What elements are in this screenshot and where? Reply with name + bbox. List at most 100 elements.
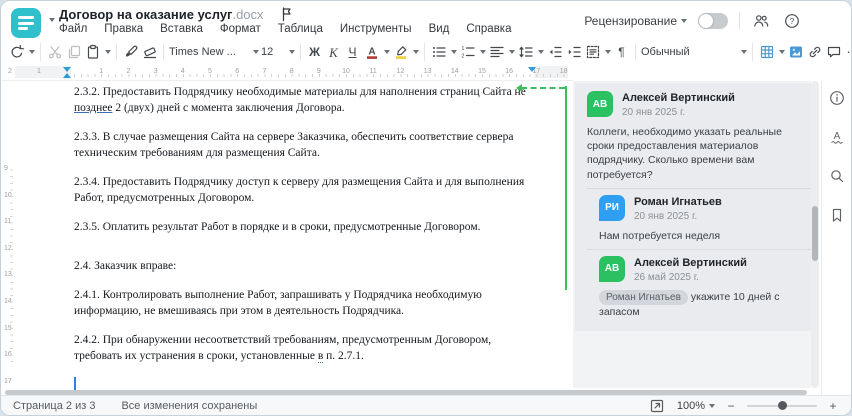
paragraph: 2.4.2. При обнаружении несоответствий тр…: [74, 334, 492, 363]
indent-button[interactable]: [564, 41, 583, 63]
comment[interactable]: РИ Роман Игнатьев 20 янв 2025 г. Нам потреб…: [587, 187, 811, 249]
mention-chip: Роман Игнатьев: [599, 289, 688, 305]
undo-icon: [8, 44, 25, 61]
paragraph: 2.3.5. Оплатить результат Работ в порядк…: [74, 221, 481, 233]
more-button[interactable]: ⋯: [843, 41, 852, 63]
toolbar: Times New ... 12 ЖКЧА 12 ¶ Обычный ⋯: [1, 39, 851, 65]
menu-item-file[interactable]: Файл: [59, 23, 87, 35]
save-status: Все изменения сохранены: [121, 399, 258, 412]
review-label: Рецензирование: [584, 14, 677, 28]
comments-panel: АВ Алексей Вертинский 20 янв 2025 г. Коллег…: [573, 81, 811, 388]
ruler-number: 2: [8, 68, 12, 75]
toolbar-separator: [752, 43, 753, 61]
fit-page-button[interactable]: [647, 396, 667, 416]
review-dropdown[interactable]: Рецензирование: [584, 14, 687, 28]
image-button[interactable]: [786, 41, 805, 63]
paragraph: [74, 248, 533, 258]
svg-text:2: 2: [461, 54, 464, 60]
chevron-down-icon: [605, 50, 611, 54]
vertical-scrollbar-thumb[interactable]: [812, 206, 818, 261]
paragraph-settings-icon: [584, 44, 601, 61]
clear-formatting-button[interactable]: [140, 41, 159, 63]
comment[interactable]: АВ Алексей Вертинский 26 май 2025 г. Роман …: [587, 248, 811, 325]
comment[interactable]: АВ Алексей Вертинский 20 янв 2025 г. Коллег…: [575, 85, 811, 188]
line-spacing-button[interactable]: [516, 41, 545, 63]
font-family-value: Times New ...: [169, 46, 236, 58]
bold-button[interactable]: Ж: [305, 41, 324, 63]
highlight-button[interactable]: [391, 41, 420, 63]
chevron-down-icon: [538, 50, 544, 54]
align-left-icon: [488, 44, 505, 61]
left-indent-marker[interactable]: [63, 73, 71, 78]
formatting-marks-icon: ¶: [618, 45, 625, 59]
menu-item-edit[interactable]: Правка: [104, 23, 143, 35]
bullet-list-icon: [430, 44, 447, 61]
comment-thread: АВ Алексей Вертинский 20 янв 2025 г. Коллег…: [575, 83, 811, 332]
comment-anchor-line: [521, 87, 565, 89]
collaboration-button[interactable]: [751, 11, 771, 31]
bookmark-button[interactable]: [828, 206, 846, 224]
indent-icon: [565, 44, 582, 61]
comment-date: 20 янв 2025 г.: [634, 210, 698, 222]
menu-item-help[interactable]: Справка: [466, 23, 511, 35]
paragraph-style-combo[interactable]: Обычный: [640, 41, 748, 63]
zoom-slider-knob[interactable]: [778, 401, 787, 410]
header-divider: [739, 12, 740, 30]
ruler-number: 17: [4, 377, 12, 385]
font-size-value: 12: [261, 46, 274, 58]
numbered-list-icon: 12: [459, 44, 476, 61]
more-icon: ⋯: [844, 44, 852, 61]
underline-button[interactable]: Ч: [343, 41, 362, 63]
document-title-text: Договор на оказание услуг: [59, 7, 233, 22]
search-button[interactable]: [828, 167, 846, 185]
help-button[interactable]: ?: [782, 11, 802, 31]
numbered-list-button[interactable]: 12: [458, 41, 487, 63]
zoom-in-button[interactable]: +: [827, 399, 839, 413]
paragraph-settings-button[interactable]: [583, 41, 612, 63]
undo-button[interactable]: [7, 41, 36, 63]
italic-button[interactable]: К: [324, 41, 343, 63]
formatting-marks-button[interactable]: ¶: [612, 41, 631, 63]
right-indent-marker[interactable]: [528, 67, 536, 72]
vertical-scrollbar[interactable]: [811, 81, 819, 388]
spellcheck-button[interactable]: А: [828, 128, 846, 146]
table-icon: [758, 44, 775, 61]
user-avatar[interactable]: АВ: [813, 8, 839, 34]
menu-item-format[interactable]: Формат: [220, 23, 261, 35]
info-button[interactable]: [828, 89, 846, 107]
table-button[interactable]: [757, 41, 786, 63]
app-logo-icon[interactable]: [11, 8, 41, 38]
menu-item-insert[interactable]: Вставка: [160, 23, 203, 35]
paste-button[interactable]: [83, 41, 112, 63]
font-color-button[interactable]: А: [362, 41, 391, 63]
app-menu-chevron-down-icon[interactable]: [49, 18, 55, 22]
chevron-down-icon: [105, 50, 111, 54]
first-line-indent-marker[interactable]: [63, 67, 71, 72]
paragraph: 2.3.4. Предоставить Подрядчику доступ к …: [74, 176, 525, 204]
content-area: 91011121314151617181920 2.3.2. Предостав…: [1, 81, 851, 411]
review-toggle[interactable]: [698, 13, 728, 29]
font-family-combo[interactable]: Times New ...: [168, 41, 260, 63]
horizontal-ruler: 2 1 1 2 3 4 5 6 7 8 9 10 11 12 13 14 15 16 17 18: [1, 65, 573, 81]
cut-button: [45, 41, 64, 63]
svg-text:А: А: [833, 131, 840, 142]
document-canvas[interactable]: 2.3.2. Предоставить Подрядчику необходим…: [74, 84, 533, 406]
menu-item-table[interactable]: Таблица: [278, 23, 323, 35]
font-size-combo[interactable]: 12: [260, 41, 296, 63]
comment-author: Алексей Вертинский: [634, 256, 747, 269]
zoom-out-button[interactable]: −: [725, 399, 737, 413]
comment-button[interactable]: [824, 41, 843, 63]
menu-item-tools[interactable]: Инструменты: [340, 23, 412, 35]
svg-text:?: ?: [790, 16, 795, 26]
link-button[interactable]: [805, 41, 824, 63]
chevron-down-icon: [413, 50, 419, 54]
menu-item-view[interactable]: Вид: [429, 23, 450, 35]
zoom-dropdown[interactable]: 100%: [677, 400, 715, 412]
outdent-button[interactable]: [545, 41, 564, 63]
paragraph: 2.4. Заказчик вправе:: [74, 260, 177, 272]
align-button[interactable]: [487, 41, 516, 63]
toolbar-separator: [635, 43, 636, 61]
bullet-list-button[interactable]: [429, 41, 458, 63]
zoom-slider[interactable]: [747, 401, 817, 410]
format-painter-button[interactable]: [121, 41, 140, 63]
